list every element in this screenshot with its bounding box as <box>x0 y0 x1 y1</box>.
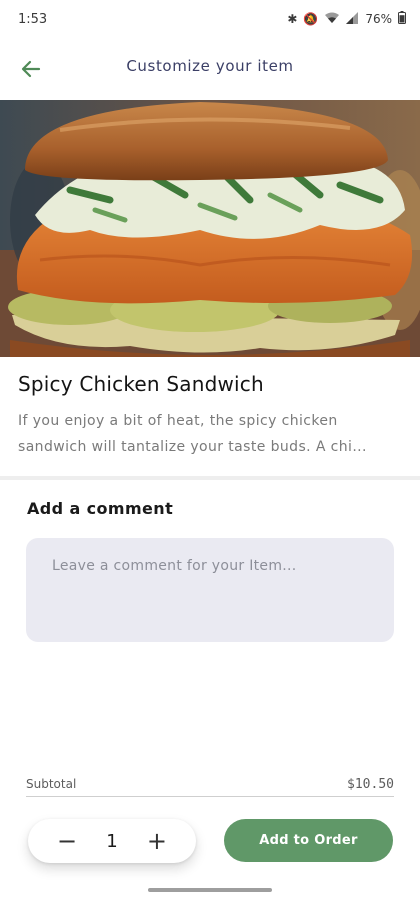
page-title: Customize your item <box>126 57 294 75</box>
comment-input[interactable] <box>26 538 394 642</box>
subtotal-row: Subtotal $10.50 <box>26 772 394 796</box>
app-bar: Customize your item <box>0 38 420 100</box>
increase-quantity-button[interactable]: + <box>146 829 168 853</box>
signal-icon <box>346 11 359 27</box>
subtotal-value: $10.50 <box>347 776 394 792</box>
bluetooth-icon: ✱ <box>287 12 298 26</box>
item-description: If you enjoy a bit of heat, the spicy ch… <box>18 413 367 455</box>
subtotal-divider <box>26 796 394 797</box>
item-image <box>0 100 420 357</box>
quantity-value: 1 <box>106 830 118 852</box>
section-divider <box>0 476 420 480</box>
item-name: Spicy Chicken Sandwich <box>18 372 264 396</box>
subtotal-label: Subtotal <box>26 777 77 791</box>
quantity-stepper: − 1 + <box>28 819 196 863</box>
battery-percent: 76% <box>365 12 392 26</box>
status-icons: ✱ 🔕 76% <box>287 11 406 27</box>
decrease-quantity-button[interactable]: − <box>56 829 78 853</box>
battery-icon <box>398 11 406 27</box>
mute-icon: 🔕 <box>303 12 319 26</box>
status-time: 1:53 <box>18 11 48 27</box>
comment-label: Add a comment <box>27 499 174 518</box>
add-to-order-button[interactable]: Add to Order <box>224 819 393 862</box>
status-bar: 1:53 ✱ 🔕 76% <box>0 0 420 38</box>
item-info: Spicy Chicken Sandwich If you enjoy a bi… <box>18 372 408 460</box>
home-indicator[interactable] <box>148 888 272 892</box>
wifi-icon <box>324 12 340 27</box>
